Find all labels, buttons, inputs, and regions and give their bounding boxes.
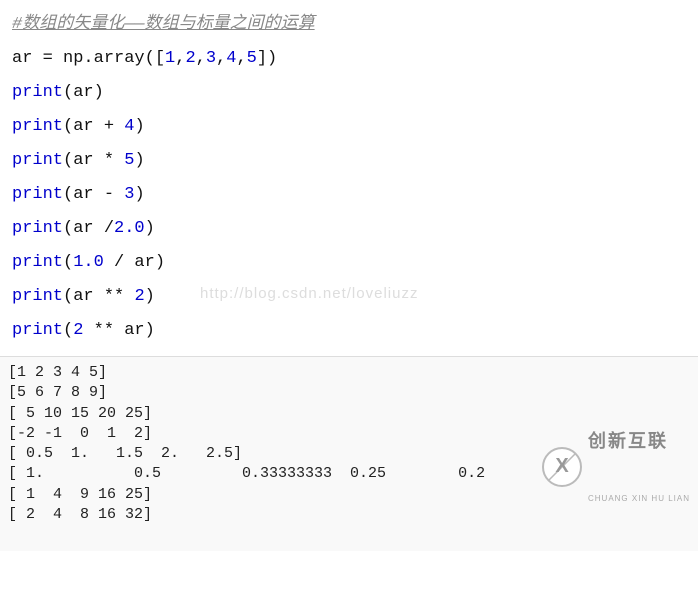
code-block: #数组的矢量化——数组与标量之间的运算 ar = np.array([1,2,3… — [0, 0, 698, 356]
code-comment: #数组的矢量化——数组与标量之间的运算 — [12, 8, 686, 42]
code-line-7: print(ar /2.0) — [12, 212, 686, 246]
code-line-4: print(ar + 4) — [12, 110, 686, 144]
code-line-6: print(ar - 3) — [12, 178, 686, 212]
code-line-10: print(2 ** ar) — [12, 314, 686, 348]
code-line-8: print(1.0 / ar) — [12, 246, 686, 280]
logo-text-cn: 创新互联 — [588, 429, 690, 453]
output-text: [1 2 3 4 5] [5 6 7 8 9] [ 5 10 15 20 25]… — [8, 364, 557, 523]
code-line-3: print(ar) — [12, 76, 686, 110]
output-block: [1 2 3 4 5] [5 6 7 8 9] [ 5 10 15 20 25]… — [0, 356, 698, 551]
brand-logo: X 创新互联 CHUANG XIN HU LIAN — [542, 389, 690, 546]
code-line-2: ar = np.array([1,2,3,4,5]) — [12, 42, 686, 76]
logo-text-en: CHUANG XIN HU LIAN — [588, 494, 690, 505]
code-line-9: print(ar ** 2) — [12, 280, 686, 314]
code-line-5: print(ar * 5) — [12, 144, 686, 178]
logo-icon: X — [542, 447, 582, 487]
